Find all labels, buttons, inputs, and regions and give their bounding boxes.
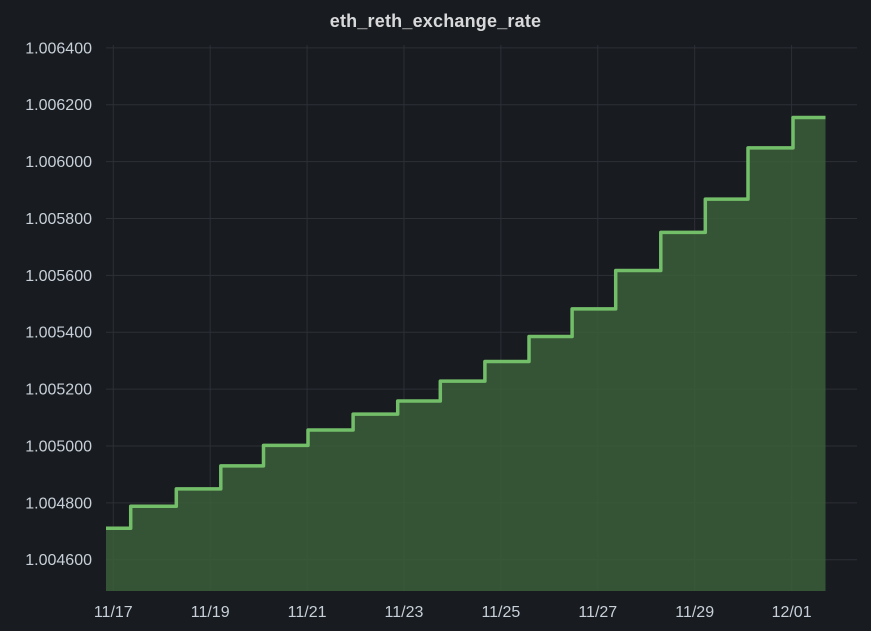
x-tick-label: 11/25 xyxy=(481,604,520,621)
x-tick-label: 11/19 xyxy=(191,604,230,621)
y-tick-label: 1.005800 xyxy=(25,211,92,228)
x-tick-label: 11/23 xyxy=(385,604,424,621)
y-tick-label: 1.006200 xyxy=(25,97,92,114)
y-tick-label: 1.005600 xyxy=(25,268,92,285)
x-tick-label: 11/21 xyxy=(288,604,327,621)
y-axis: 1.004600 1.004800 1.005000 1.005200 1.005400… xyxy=(25,40,92,569)
y-tick-label: 1.005200 xyxy=(25,382,92,399)
y-tick-label: 1.006000 xyxy=(25,154,92,171)
area-layer xyxy=(106,117,826,591)
y-tick-label: 1.004800 xyxy=(25,495,92,512)
chart-panel: eth_reth_exchange_rate 1.004600 1.004800 1… xyxy=(0,0,871,631)
x-axis: 11/17 11/19 11/21 11/23 11/25 11/27 11/29 12/01 xyxy=(94,604,812,621)
x-tick-label: 12/01 xyxy=(772,604,812,621)
chart-plot[interactable]: 1.004600 1.004800 1.005000 1.005200 1.005400… xyxy=(0,0,871,631)
x-tick-label: 11/17 xyxy=(94,604,133,621)
y-tick-label: 1.005000 xyxy=(25,438,92,455)
y-tick-label: 1.006400 xyxy=(25,40,92,57)
series-area xyxy=(106,117,826,591)
y-tick-label: 1.004600 xyxy=(25,552,92,569)
x-tick-label: 11/27 xyxy=(578,604,617,621)
x-tick-label: 11/29 xyxy=(675,604,714,621)
y-tick-label: 1.005400 xyxy=(25,325,92,342)
